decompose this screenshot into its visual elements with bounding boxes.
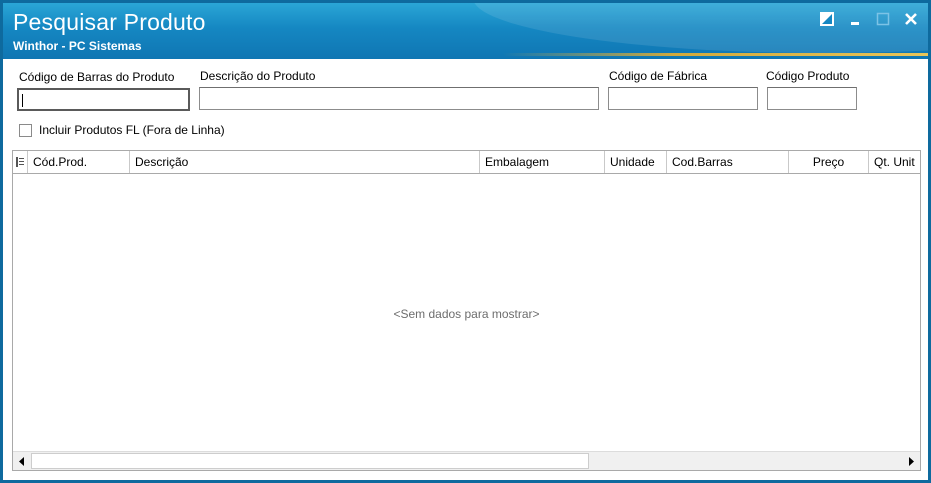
column-chooser-icon[interactable] xyxy=(13,151,28,173)
column-header-cod-barras[interactable]: Cod.Barras xyxy=(667,151,789,173)
barcode-input[interactable] xyxy=(17,88,190,111)
title-bar-accent-line xyxy=(503,53,928,56)
text-caret xyxy=(22,94,23,107)
client-area: Código de Barras do Produto Descrição do… xyxy=(3,59,928,480)
minimize-icon[interactable] xyxy=(846,11,864,27)
restore-icon[interactable] xyxy=(818,11,836,27)
window-title: Pesquisar Produto xyxy=(13,9,206,35)
description-input[interactable] xyxy=(199,87,599,110)
product-code-input[interactable] xyxy=(767,87,857,110)
include-fl-checkbox[interactable] xyxy=(19,123,32,137)
window-subtitle: Winthor - PC Sistemas xyxy=(13,39,142,53)
scroll-left-icon[interactable] xyxy=(13,452,31,470)
include-fl-label: Incluir Produtos FL (Fora de Linha) xyxy=(39,123,225,137)
include-fl-option[interactable]: Incluir Produtos FL (Fora de Linha) xyxy=(19,123,225,137)
column-header-qt-unit[interactable]: Qt. Unit xyxy=(869,151,920,173)
factory-code-label: Código de Fábrica xyxy=(609,69,708,83)
scrollbar-thumb[interactable] xyxy=(31,453,589,469)
window-frame: Pesquisar Produto Winthor - PC Sistemas … xyxy=(0,0,931,483)
empty-grid-message: <Sem dados para mostrar> xyxy=(393,307,540,321)
barcode-label: Código de Barras do Produto xyxy=(19,70,175,84)
column-header-preco[interactable]: Preço xyxy=(789,151,869,173)
title-bar[interactable]: Pesquisar Produto Winthor - PC Sistemas xyxy=(3,3,928,59)
grid-header: Cód.Prod. Descrição Embalagem Unidade Co… xyxy=(13,151,920,174)
scroll-right-icon[interactable] xyxy=(902,452,920,470)
factory-code-input[interactable] xyxy=(608,87,758,110)
column-header-embalagem[interactable]: Embalagem xyxy=(480,151,605,173)
product-code-label: Código Produto xyxy=(766,69,850,83)
column-header-unidade[interactable]: Unidade xyxy=(605,151,667,173)
column-header-cod-prod[interactable]: Cód.Prod. xyxy=(28,151,130,173)
maximize-icon[interactable] xyxy=(874,11,892,27)
horizontal-scrollbar[interactable] xyxy=(13,451,920,470)
products-grid[interactable]: Cód.Prod. Descrição Embalagem Unidade Co… xyxy=(12,150,921,471)
column-header-descricao[interactable]: Descrição xyxy=(130,151,480,173)
window-controls xyxy=(818,11,920,27)
close-icon[interactable] xyxy=(902,11,920,27)
description-label: Descrição do Produto xyxy=(200,69,316,83)
